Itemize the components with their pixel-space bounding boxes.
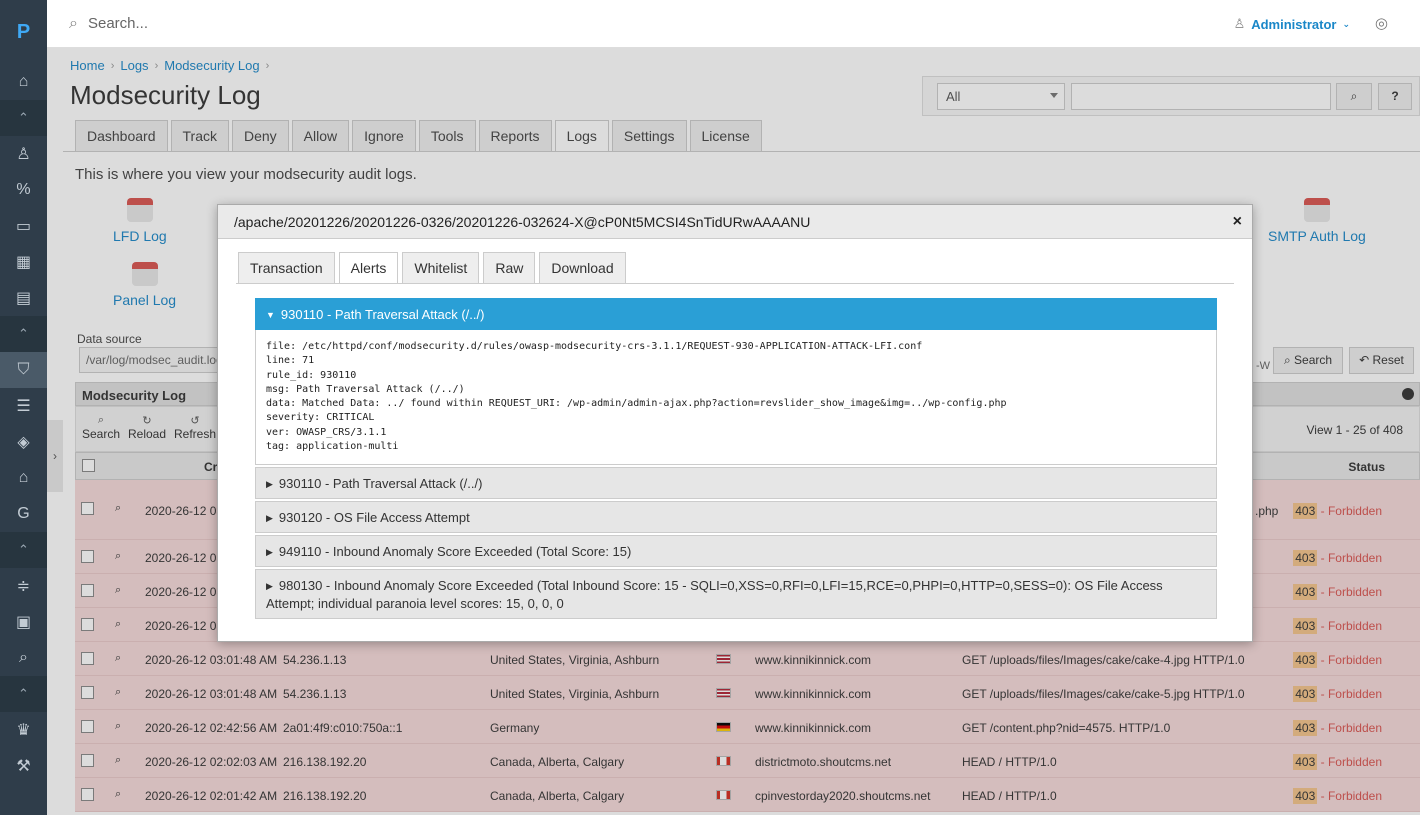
- caret-right-icon: ▶: [266, 513, 273, 524]
- caret-down-icon: ▼: [266, 310, 275, 320]
- crown-icon[interactable]: ♛: [0, 712, 47, 748]
- user-name: Administrator: [1251, 16, 1337, 32]
- collapse-section-icon[interactable]: ⌃: [0, 100, 47, 136]
- app-logo[interactable]: P: [0, 0, 47, 64]
- book-icon[interactable]: ▤: [0, 280, 47, 316]
- hat-icon[interactable]: ⌂: [0, 460, 47, 496]
- top-bar: ⌕ ♙ Administrator ⌄ ◎: [47, 0, 1420, 48]
- alert-title: 980130 - Inbound Anomaly Score Exceeded …: [266, 578, 1163, 612]
- widgets-icon[interactable]: ▣: [0, 604, 47, 640]
- monitor-icon[interactable]: ▭: [0, 208, 47, 244]
- apps-grid-icon[interactable]: ▦: [0, 244, 47, 280]
- security-badge-icon[interactable]: ◈: [0, 424, 47, 460]
- chevron-down-icon: ⌄: [1342, 18, 1350, 29]
- collapse-section-icon[interactable]: ⌃: [0, 316, 47, 352]
- collapse-section-icon[interactable]: ⌃: [0, 532, 47, 568]
- alert-header[interactable]: ▶ 930110 - Path Traversal Attack (/../): [255, 467, 1217, 500]
- checklist-icon[interactable]: ☰: [0, 388, 47, 424]
- home-icon[interactable]: ⌂: [0, 64, 47, 100]
- wrench-icon[interactable]: ⚒: [0, 748, 47, 784]
- close-icon[interactable]: ×: [1233, 213, 1242, 231]
- caret-right-icon: ▶: [266, 479, 273, 490]
- tab-whitelist[interactable]: Whitelist: [402, 252, 480, 284]
- alert-title: 930110 - Path Traversal Attack (/../): [280, 307, 485, 322]
- shield-icon[interactable]: ⛉: [0, 352, 47, 388]
- alert-header[interactable]: ▶ 980130 - Inbound Anomaly Score Exceeded…: [255, 569, 1217, 620]
- search-icon: ⌕: [69, 14, 78, 32]
- global-search-input[interactable]: [87, 15, 488, 32]
- user-menu[interactable]: ♙ Administrator ⌄: [1234, 16, 1350, 32]
- alert-detail-dialog: /apache/20201226/20201226-0326/20201226-…: [217, 204, 1253, 642]
- caret-right-icon: ▶: [266, 547, 273, 558]
- dialog-tabs-divider: [236, 283, 1234, 284]
- alert-header[interactable]: ▶ 949110 - Inbound Anomaly Score Exceeded…: [255, 535, 1217, 568]
- dialog-title: /apache/20201226/20201226-0326/20201226-…: [218, 205, 1252, 239]
- alert-header[interactable]: ▼ 930110 - Path Traversal Attack (/../): [255, 298, 1217, 330]
- alerts-accordion: ▼ 930110 - Path Traversal Attack (/../) f…: [255, 298, 1217, 621]
- collapse-section-icon[interactable]: ⌃: [0, 676, 47, 712]
- left-sidebar: P ⌂ ⌃ ♙ % ▭ ▦ ▤ ⌃ ⛉ ☰ ◈ ⌂ G ⌃ ≑ ▣ ⌕ ⌃ ♛ …: [0, 0, 47, 815]
- alert-title: 930120 - OS File Access Attempt: [278, 510, 470, 526]
- sliders-icon[interactable]: ≑: [0, 568, 47, 604]
- alert-details: file: /etc/httpd/conf/modsecurity.d/rule…: [255, 330, 1217, 466]
- tab-alerts[interactable]: Alerts: [338, 252, 399, 284]
- google-icon[interactable]: G: [0, 496, 47, 532]
- user-icon[interactable]: ♙: [0, 136, 47, 172]
- dialog-tabs: Transaction Alerts Whitelist Raw Downloa…: [238, 252, 626, 284]
- tab-raw[interactable]: Raw: [483, 252, 536, 284]
- caret-right-icon: ▶: [266, 581, 273, 592]
- alert-header[interactable]: ▶ 930120 - OS File Access Attempt: [255, 501, 1217, 534]
- tab-transaction[interactable]: Transaction: [238, 252, 335, 284]
- alert-title: 949110 - Inbound Anomaly Score Exceeded …: [278, 544, 632, 560]
- percent-icon[interactable]: %: [0, 172, 47, 208]
- search-zoom-icon[interactable]: ⌕: [0, 640, 47, 676]
- tab-download[interactable]: Download: [539, 252, 626, 284]
- notifications-icon[interactable]: ◎: [1375, 14, 1388, 32]
- alert-title: 930110 - Path Traversal Attack (/../): [278, 476, 483, 492]
- user-icon: ♙: [1233, 16, 1246, 31]
